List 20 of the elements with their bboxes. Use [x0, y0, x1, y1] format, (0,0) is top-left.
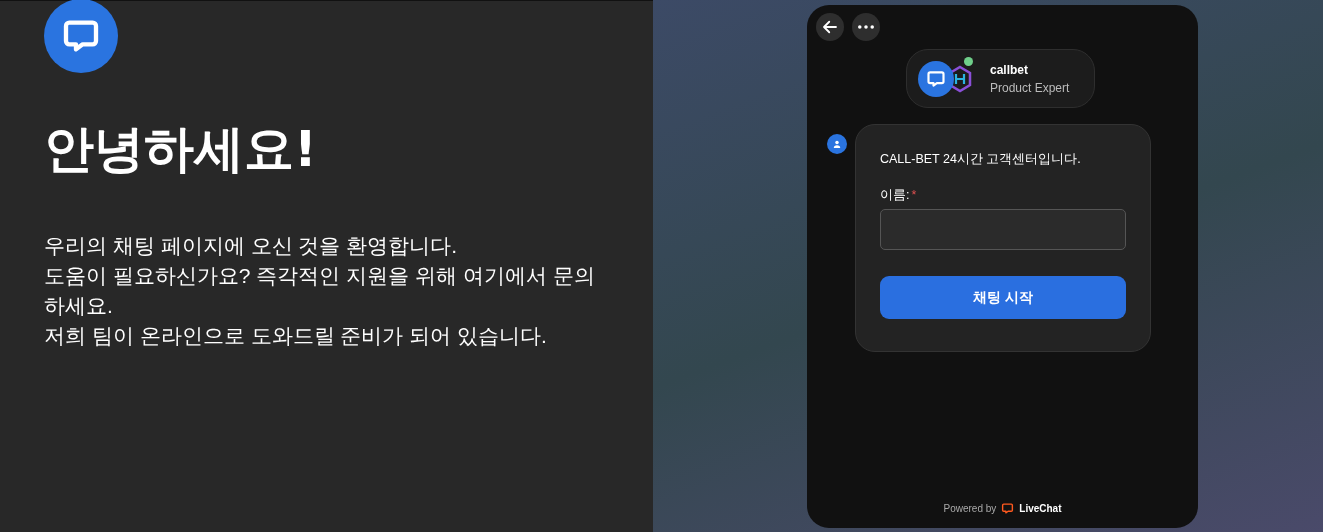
message-text: CALL-BET 24시간 고객센터입니다.: [880, 151, 1082, 167]
more-options-button[interactable]: [852, 13, 880, 41]
field-label: 이름:: [880, 187, 910, 203]
brand-name: LiveChat: [1019, 502, 1062, 516]
dots-icon: [858, 25, 874, 29]
back-button[interactable]: [816, 13, 844, 41]
chat-bubble-icon: [926, 68, 946, 89]
name-input-field[interactable]: [880, 209, 1126, 250]
welcome-text: 우리의 채팅 페이지에 오신 것을 환영합니다.: [44, 233, 458, 259]
person-icon: [833, 140, 841, 148]
welcome-text: 저희 팀이 온라인으로 도와드릴 준비가 되어 있습니다.: [44, 323, 548, 349]
welcome-text: 도움이 필요하신가요? 즉각적인 지원을 위해 여기에서 문의하세요.: [44, 263, 596, 319]
livechat-logo-icon: [1001, 502, 1015, 515]
start-chat-button[interactable]: 채팅 시작: [880, 276, 1126, 319]
agent-name: callbet: [990, 61, 1029, 79]
powered-by-text: Powered by: [943, 502, 997, 516]
required-mark: *: [911, 187, 917, 203]
greeting-title: 안녕하세요!: [44, 119, 318, 179]
agent-role: Product Expert: [990, 79, 1070, 97]
back-arrow-icon: [821, 18, 839, 36]
